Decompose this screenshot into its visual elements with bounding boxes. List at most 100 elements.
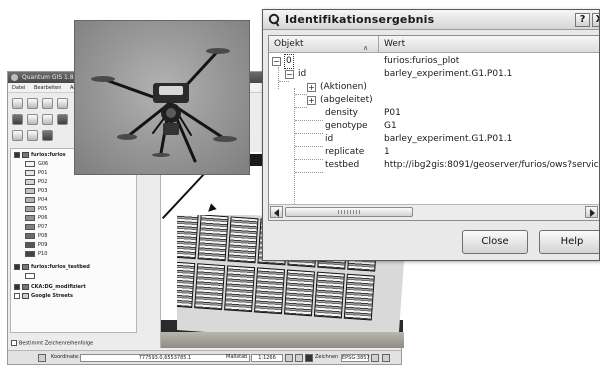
legend-swatch xyxy=(25,205,35,212)
layer-row[interactable]: furios:furios xyxy=(14,151,66,160)
scroll-left-button[interactable] xyxy=(270,206,283,218)
help-title-button[interactable]: ? xyxy=(575,13,590,27)
layer-visibility-checkbox[interactable] xyxy=(14,283,20,290)
pan-tool-icon[interactable] xyxy=(12,114,23,125)
status-bar: Koordinate: 777593.0,6553785.1 Maßstab 1… xyxy=(8,350,401,364)
legend-row: P09 xyxy=(25,241,47,250)
collapse-icon[interactable]: − xyxy=(285,70,294,79)
tree-row[interactable]: density P01 xyxy=(269,107,599,120)
field-plot[interactable] xyxy=(177,261,196,308)
menu-datei[interactable]: Datei xyxy=(12,85,25,91)
dialog-title-bar[interactable]: Identifikationsergebnis ? X xyxy=(263,10,599,30)
legend-row: P10 xyxy=(25,250,47,259)
field-plot[interactable] xyxy=(313,271,345,319)
legend-label: P03 xyxy=(38,188,48,194)
layer-visibility-checkbox[interactable] xyxy=(14,263,20,270)
tree-row[interactable]: replicate 1 xyxy=(269,146,599,159)
legend-swatch xyxy=(25,214,35,221)
map-ground xyxy=(161,332,404,348)
legend-swatch xyxy=(25,169,35,176)
save-project-icon[interactable] xyxy=(42,98,53,109)
pointer-arrow-head xyxy=(205,203,217,215)
tree-row[interactable]: testbed http://ibg2gis:8091/geoserver/fu… xyxy=(269,159,600,172)
field-plot[interactable] xyxy=(194,263,226,311)
field-plot[interactable] xyxy=(283,269,316,317)
open-project-icon[interactable] xyxy=(27,98,38,109)
crs-globe-icon[interactable] xyxy=(371,354,379,362)
scrollbar-thumb[interactable] xyxy=(285,207,413,217)
layer-visibility-checkbox[interactable] xyxy=(14,151,20,158)
scale-field[interactable]: 1:1266 xyxy=(251,354,283,362)
results-tree[interactable]: Objekt ∧ Wert − 0 furios:furios_plot − i… xyxy=(268,35,600,221)
layer-row[interactable]: Google Streets xyxy=(14,292,73,301)
new-project-icon[interactable] xyxy=(12,98,23,109)
messages-icon[interactable] xyxy=(382,354,390,362)
zoom-in-icon[interactable] xyxy=(27,114,38,125)
menu-bearbeiten[interactable]: Bearbeiten xyxy=(34,85,61,91)
legend-row xyxy=(25,272,38,281)
render-order-checkbox[interactable] xyxy=(11,340,17,346)
field-plot[interactable] xyxy=(227,216,259,264)
field-plot[interactable] xyxy=(254,267,286,315)
select-tool-icon[interactable] xyxy=(42,130,53,141)
tree-row-key: testbed xyxy=(325,160,360,170)
zoom-out-icon[interactable] xyxy=(42,114,53,125)
layer-label: Google Streets xyxy=(31,293,74,299)
help-button[interactable]: Help xyxy=(539,230,599,254)
coordinate-field[interactable]: 777593.0,6553785.1 xyxy=(80,354,250,362)
field-plot[interactable] xyxy=(197,215,229,262)
close-title-button[interactable]: X xyxy=(592,13,599,27)
results-tree-header: Objekt ∧ Wert xyxy=(269,36,599,53)
tree-row-key: replicate xyxy=(325,147,365,157)
tree-row[interactable]: − 0 furios:furios_plot xyxy=(269,54,599,69)
coordinate-toggle-icon[interactable] xyxy=(38,354,46,362)
legend-swatch xyxy=(25,187,35,194)
tree-row-value: barley_experiment.G1.P01.1 xyxy=(384,69,513,79)
legend-row: P04 xyxy=(25,196,47,205)
layer-row[interactable]: furios:furios_testbed xyxy=(14,263,90,272)
tree-row-key: id xyxy=(298,69,307,79)
layer-row[interactable]: CKA:DG_modifiziert xyxy=(14,283,86,292)
legend-row: G06 xyxy=(25,160,48,169)
close-button[interactable]: Close xyxy=(462,230,528,254)
identify-tool-icon[interactable] xyxy=(57,114,68,125)
horizontal-scrollbar[interactable] xyxy=(269,204,599,220)
tree-row-key: id xyxy=(325,134,334,144)
field-plot[interactable] xyxy=(224,265,256,313)
tree-row[interactable]: + (abgeleitet) xyxy=(269,94,599,107)
expand-icon[interactable]: + xyxy=(307,83,316,92)
layer-visibility-checkbox[interactable] xyxy=(14,292,20,299)
tree-row[interactable]: genotype G1 xyxy=(269,120,599,133)
legend-label: G06 xyxy=(38,161,49,167)
render-order-label: Bestimmt Zeichenreihenfolge xyxy=(19,340,94,347)
arrow-left-icon xyxy=(274,209,279,217)
crs-status[interactable]: EPSG:3857 xyxy=(341,354,370,362)
tree-row-key: 0 xyxy=(284,54,294,69)
print-composer-icon[interactable] xyxy=(57,98,68,109)
undo-icon[interactable] xyxy=(12,130,23,141)
column-header-wert[interactable]: Wert xyxy=(380,36,405,53)
render-checkbox[interactable] xyxy=(305,354,313,362)
tree-row-value: http://ibg2gis:8091/geoserver/furios/ows… xyxy=(384,160,600,170)
legend-swatch xyxy=(25,196,35,203)
field-plot[interactable] xyxy=(177,215,199,260)
field-plot[interactable] xyxy=(343,273,375,321)
expand-icon[interactable]: + xyxy=(307,96,316,105)
legend-swatch xyxy=(25,178,35,185)
tree-row[interactable]: id barley_experiment.G1.P01.1 xyxy=(269,133,599,146)
stop-render-icon[interactable] xyxy=(295,354,303,362)
render-label: Zeichnen xyxy=(315,354,339,360)
redo-icon[interactable] xyxy=(27,130,38,141)
collapse-icon[interactable]: − xyxy=(272,57,281,66)
tree-row[interactable]: − id barley_experiment.G1.P01.1 xyxy=(269,68,599,81)
scale-dropdown-icon[interactable] xyxy=(285,354,293,362)
legend-row: P05 xyxy=(25,205,47,214)
scroll-right-button[interactable] xyxy=(585,206,598,218)
legend-row: P08 xyxy=(25,232,47,241)
legend-swatch xyxy=(25,241,35,248)
render-order-checkbox-row[interactable]: Bestimmt Zeichenreihenfolge xyxy=(11,340,93,347)
legend-swatch xyxy=(25,223,35,230)
legend-row: P07 xyxy=(25,223,47,232)
tree-row[interactable]: + (Aktionen) xyxy=(269,81,599,94)
legend-label: P10 xyxy=(38,251,48,257)
